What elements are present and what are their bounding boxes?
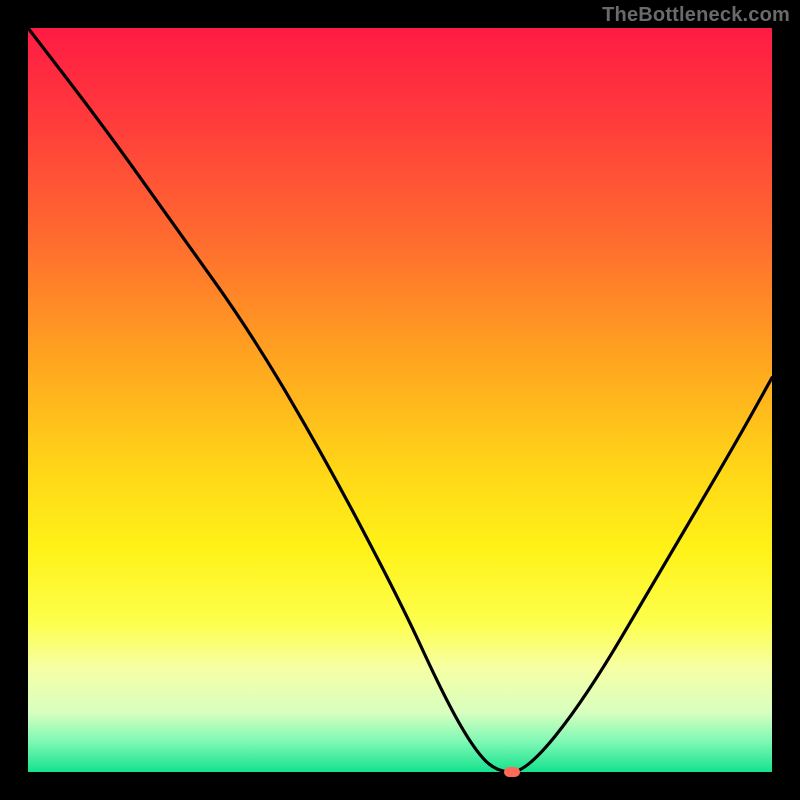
watermark-label: TheBottleneck.com bbox=[602, 4, 790, 27]
optimal-point-marker bbox=[504, 767, 520, 777]
background-gradient bbox=[28, 28, 772, 772]
plot-area bbox=[28, 28, 772, 772]
chart-frame: TheBottleneck.com bbox=[0, 0, 800, 800]
